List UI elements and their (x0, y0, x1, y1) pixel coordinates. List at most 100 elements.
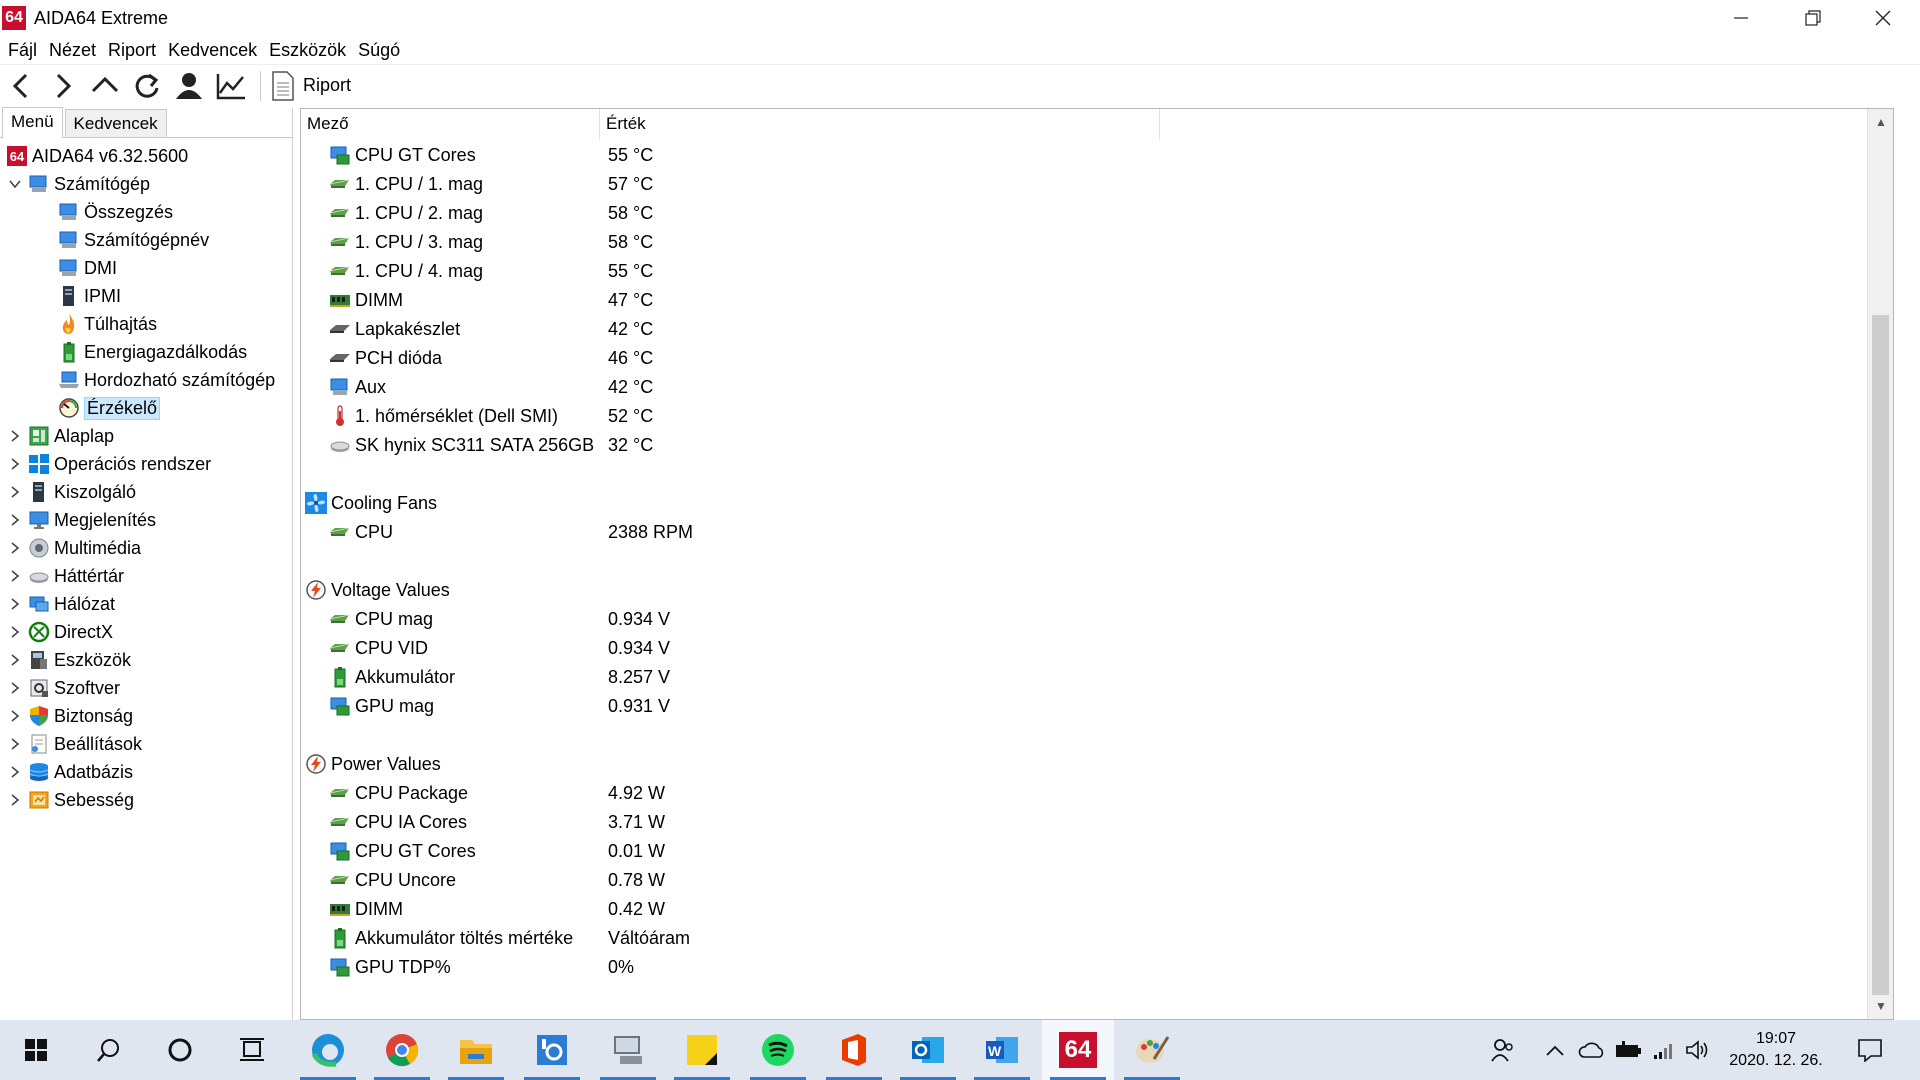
table-row[interactable]: 1. CPU / 3. mag (329, 228, 483, 256)
notification-icon[interactable] (1850, 1020, 1890, 1080)
table-row[interactable]: 1. hőmérséklet (Dell SMI) (329, 402, 558, 430)
table-row[interactable]: CPU (329, 518, 393, 546)
restore-button[interactable] (1778, 0, 1848, 36)
table-row[interactable]: DIMM (329, 286, 403, 314)
tree-item[interactable]: Sebesség (6, 786, 134, 814)
table-row[interactable]: Lapkakészlet (329, 315, 460, 343)
tab-menu[interactable]: Menü (2, 107, 63, 138)
chevron-up-icon[interactable] (1540, 1020, 1570, 1080)
tree-item[interactable]: Túlhajtás (58, 310, 157, 338)
chrome-icon[interactable] (366, 1020, 438, 1080)
chevron-right-icon[interactable] (6, 427, 24, 445)
table-row[interactable]: 1. CPU / 1. mag (329, 170, 483, 198)
chevron-right-icon[interactable] (6, 511, 24, 529)
battery-icon[interactable] (1612, 1020, 1644, 1080)
tree-item[interactable]: Energiagazdálkodás (58, 338, 247, 366)
chevron-right-icon[interactable] (6, 651, 24, 669)
menu-view[interactable]: Nézet (43, 40, 102, 61)
forward-button[interactable] (42, 66, 84, 106)
column-header-value[interactable]: Érték (600, 109, 1160, 139)
table-row[interactable]: GPU TDP% (329, 953, 451, 981)
search-icon[interactable] (72, 1020, 144, 1080)
tree-item[interactable]: Biztonság (6, 702, 133, 730)
section-header[interactable]: Voltage Values (305, 576, 450, 604)
tab-favorites[interactable]: Kedvencek (64, 109, 167, 137)
aida64-icon[interactable]: 64 (1042, 1020, 1114, 1080)
column-header-field[interactable]: Mező (301, 109, 600, 139)
table-row[interactable]: CPU GT Cores (329, 141, 476, 169)
scrollbar-thumb[interactable] (1872, 315, 1889, 995)
tree-item[interactable]: Kiszolgáló (6, 478, 136, 506)
windows-start-icon[interactable] (0, 1020, 72, 1080)
table-row[interactable]: Akkumulátor töltés mértéke (329, 924, 573, 952)
tree-item[interactable]: Alaplap (6, 422, 114, 450)
close-button[interactable] (1848, 0, 1918, 36)
onedrive-icon[interactable] (1576, 1020, 1608, 1080)
vertical-scrollbar[interactable]: ▲ ▼ (1867, 109, 1893, 1019)
spotify-icon[interactable] (742, 1020, 814, 1080)
chart-button[interactable] (210, 66, 252, 106)
people-icon[interactable] (1486, 1020, 1520, 1080)
paint-icon[interactable] (1116, 1020, 1188, 1080)
tree-item[interactable]: DirectX (6, 618, 113, 646)
chevron-right-icon[interactable] (6, 623, 24, 641)
tree-item[interactable]: Számítógépnév (58, 226, 209, 254)
device-manager-icon[interactable] (592, 1020, 664, 1080)
up-button[interactable] (84, 66, 126, 106)
minimize-button[interactable] (1706, 0, 1776, 36)
tree-item[interactable]: 64 AIDA64 v6.32.5600 (6, 142, 188, 170)
chevron-right-icon[interactable] (6, 539, 24, 557)
table-row[interactable]: CPU IA Cores (329, 808, 467, 836)
sticky-notes-icon[interactable] (666, 1020, 738, 1080)
refresh-button[interactable] (126, 66, 168, 106)
tree-item[interactable]: Beállítások (6, 730, 142, 758)
tree-item[interactable]: Hordozható számítógép (58, 366, 275, 394)
section-header[interactable]: Power Values (305, 750, 441, 778)
tree-item[interactable]: Operációs rendszer (6, 450, 211, 478)
chevron-right-icon[interactable] (6, 455, 24, 473)
table-row[interactable]: DIMM (329, 895, 403, 923)
menu-report[interactable]: Riport (102, 40, 162, 61)
table-row[interactable]: 1. CPU / 2. mag (329, 199, 483, 227)
report-icon[interactable] (271, 70, 295, 101)
cortana-icon[interactable] (144, 1020, 216, 1080)
tree-item[interactable]: Eszközök (6, 646, 131, 674)
chevron-right-icon[interactable] (6, 735, 24, 753)
wifi-icon[interactable] (1648, 1020, 1678, 1080)
tree-item[interactable]: IPMI (58, 282, 121, 310)
office-icon[interactable] (818, 1020, 890, 1080)
chevron-right-icon[interactable] (6, 763, 24, 781)
scroll-up-icon[interactable]: ▲ (1868, 109, 1893, 135)
table-row[interactable]: 1. CPU / 4. mag (329, 257, 483, 285)
chevron-right-icon[interactable] (6, 679, 24, 697)
table-row[interactable]: CPU VID (329, 634, 428, 662)
scroll-down-icon[interactable]: ▼ (1868, 993, 1893, 1019)
menu-help[interactable]: Súgó (352, 40, 406, 61)
control-panel-icon[interactable] (516, 1020, 588, 1080)
table-row[interactable]: CPU mag (329, 605, 433, 633)
table-row[interactable]: CPU Uncore (329, 866, 456, 894)
chevron-right-icon[interactable] (6, 483, 24, 501)
table-row[interactable]: CPU Package (329, 779, 468, 807)
table-row[interactable]: CPU GT Cores (329, 837, 476, 865)
tree-item[interactable]: Szoftver (6, 674, 120, 702)
menu-file[interactable]: Fájl (2, 40, 43, 61)
table-row[interactable]: Aux (329, 373, 386, 401)
tree-item[interactable]: Számítógép (6, 170, 150, 198)
tree-item[interactable]: Háttértár (6, 562, 124, 590)
word-icon[interactable]: W (966, 1020, 1038, 1080)
table-row[interactable]: SK hynix SC311 SATA 256GB (329, 431, 594, 459)
report-button[interactable]: Riport (303, 75, 351, 96)
menu-favorites[interactable]: Kedvencek (162, 40, 263, 61)
task-view-icon[interactable] (216, 1020, 288, 1080)
table-row[interactable]: GPU mag (329, 692, 434, 720)
chevron-right-icon[interactable] (6, 791, 24, 809)
section-header[interactable]: Cooling Fans (305, 489, 437, 517)
chevron-right-icon[interactable] (6, 707, 24, 725)
outlook-icon[interactable] (892, 1020, 964, 1080)
tree-item[interactable]: Összegzés (58, 198, 173, 226)
table-row[interactable]: Akkumulátor (329, 663, 455, 691)
table-row[interactable]: PCH dióda (329, 344, 442, 372)
tree-item[interactable]: Multimédia (6, 534, 141, 562)
chevron-right-icon[interactable] (6, 595, 24, 613)
